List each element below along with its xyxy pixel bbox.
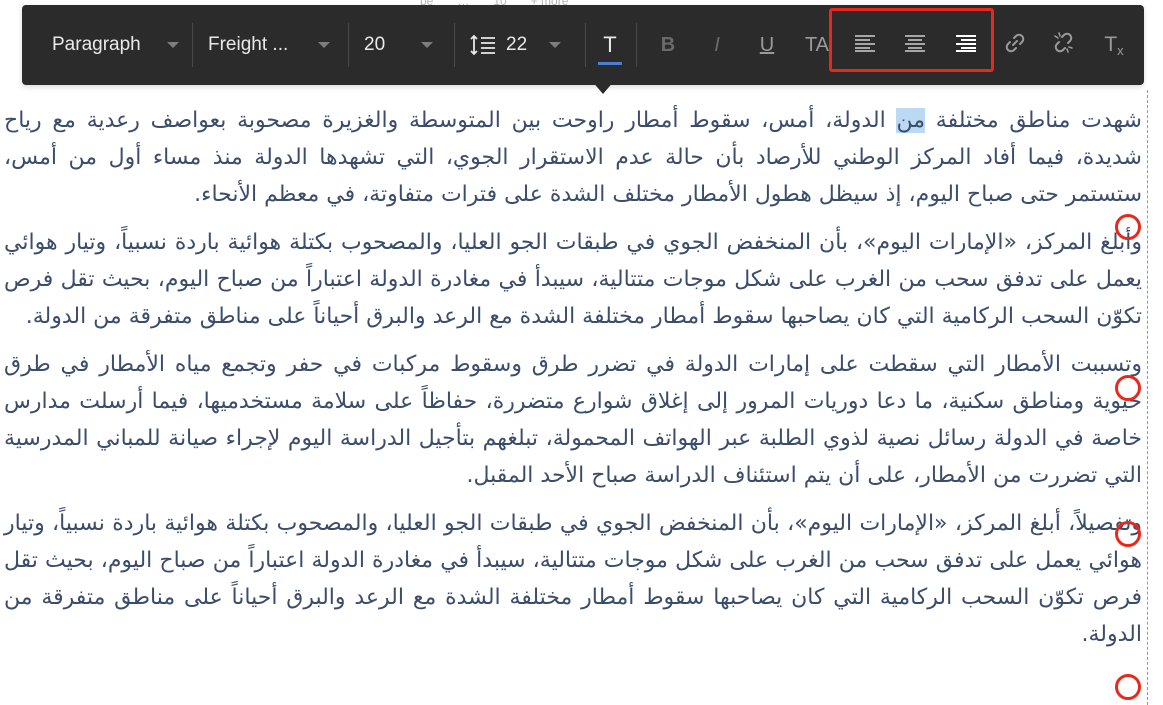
chevron-down-icon xyxy=(318,42,331,48)
article-body[interactable]: شهدت مناطق مختلفة من الدولة، أمس، سقوط أ… xyxy=(4,102,1142,664)
paragraph-3[interactable]: وتسببت الأمطار التي سقطت على إمارات الدو… xyxy=(4,346,1142,494)
unlink-button[interactable] xyxy=(1051,23,1077,67)
italic-label: I xyxy=(714,33,720,56)
formatting-toolbar: Paragraph Freight ... 20 22 T B I U TA T… xyxy=(22,5,1144,85)
underline-button[interactable]: U xyxy=(755,23,779,67)
italic-button[interactable]: I xyxy=(705,23,729,67)
clear-format-sub: x xyxy=(1117,42,1124,58)
paragraph-end-annotation-circle xyxy=(1115,375,1141,401)
text-selection: من xyxy=(896,108,926,133)
unlink-icon xyxy=(1052,31,1076,60)
paragraph-1[interactable]: شهدت مناطق مختلفة من الدولة، أمس، سقوط أ… xyxy=(4,102,1142,213)
chevron-down-icon xyxy=(166,42,179,48)
paragraph-end-annotation-circle xyxy=(1115,674,1141,700)
toolbar-divider xyxy=(454,23,455,67)
clear-format-button[interactable]: Tx xyxy=(1099,23,1129,67)
toolbar-divider xyxy=(636,23,637,67)
font-size-dropdown[interactable]: 20 xyxy=(364,5,464,85)
font-family-dropdown[interactable]: Freight ... xyxy=(208,5,353,85)
clear-format-icon: Tx xyxy=(1104,33,1123,58)
toolbar-pointer xyxy=(591,80,615,94)
bold-label: B xyxy=(660,33,676,56)
line-height-icon xyxy=(470,34,496,56)
alignment-annotation-box xyxy=(829,8,994,72)
active-indicator xyxy=(598,62,622,65)
text-format-label: T xyxy=(603,32,617,57)
paragraph-style-dropdown[interactable]: Paragraph xyxy=(52,5,192,85)
chevron-down-icon xyxy=(421,42,434,48)
paragraph-style-value: Paragraph xyxy=(52,34,141,55)
link-icon xyxy=(1004,32,1026,59)
font-size-value: 20 xyxy=(364,34,386,55)
paragraph-4[interactable]: وتفصيلاً، أبلغ المركز، «الإمارات اليوم»،… xyxy=(4,505,1142,653)
paragraph-end-annotation-circle xyxy=(1115,214,1141,240)
font-family-value: Freight ... xyxy=(208,34,289,55)
bold-button[interactable]: B xyxy=(656,23,680,67)
toolbar-divider xyxy=(192,23,193,67)
text-format-button[interactable]: T xyxy=(598,23,622,67)
line-height-dropdown[interactable]: 22 xyxy=(470,5,585,85)
chevron-down-icon xyxy=(549,42,562,48)
all-caps-label: TA xyxy=(804,33,830,56)
editor-page: be … 10 + more Paragraph Freight ... 20 xyxy=(0,0,1163,705)
clear-format-label: T xyxy=(1104,32,1118,56)
paragraph-1-text-start: شهدت مناطق مختلفة xyxy=(925,108,1142,133)
toolbar-divider xyxy=(348,23,349,67)
underline-label: U xyxy=(759,33,775,56)
text-frame-guide xyxy=(1147,90,1148,705)
toolbar-divider xyxy=(585,23,586,67)
paragraph-2[interactable]: وأبلغ المركز، «الإمارات اليوم»، بأن المن… xyxy=(4,224,1142,335)
paragraph-end-annotation-circle xyxy=(1115,521,1141,547)
link-button[interactable] xyxy=(1002,23,1028,67)
line-height-value: 22 xyxy=(506,34,528,55)
